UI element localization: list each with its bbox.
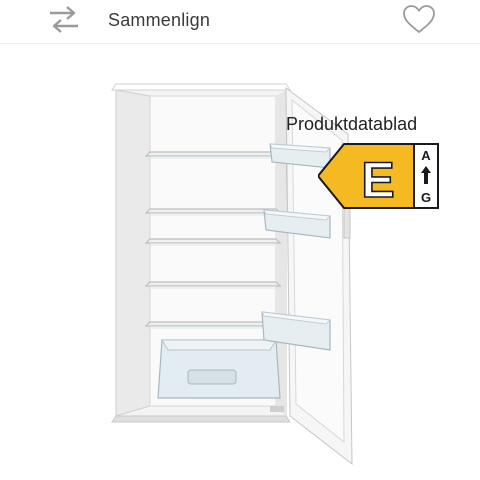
favorite-button[interactable] [400,2,438,36]
heart-outline-icon [400,5,438,40]
compare-arrows-icon [44,2,84,38]
energy-class-letter: E [361,152,394,208]
product-gallery[interactable]: Produktdatablad E A G [0,44,480,480]
datasheet-link[interactable]: Produktdatablad [286,114,417,135]
energy-scale-bottom: G [421,190,431,205]
energy-class-label[interactable]: E A G [318,140,446,212]
product-header-bar: Sammenlign [0,0,480,44]
energy-scale-top: A [421,148,431,163]
compare-label: Sammenlign [108,9,211,30]
compare-button[interactable]: Sammenlign [44,0,210,40]
product-image[interactable] [0,44,480,480]
